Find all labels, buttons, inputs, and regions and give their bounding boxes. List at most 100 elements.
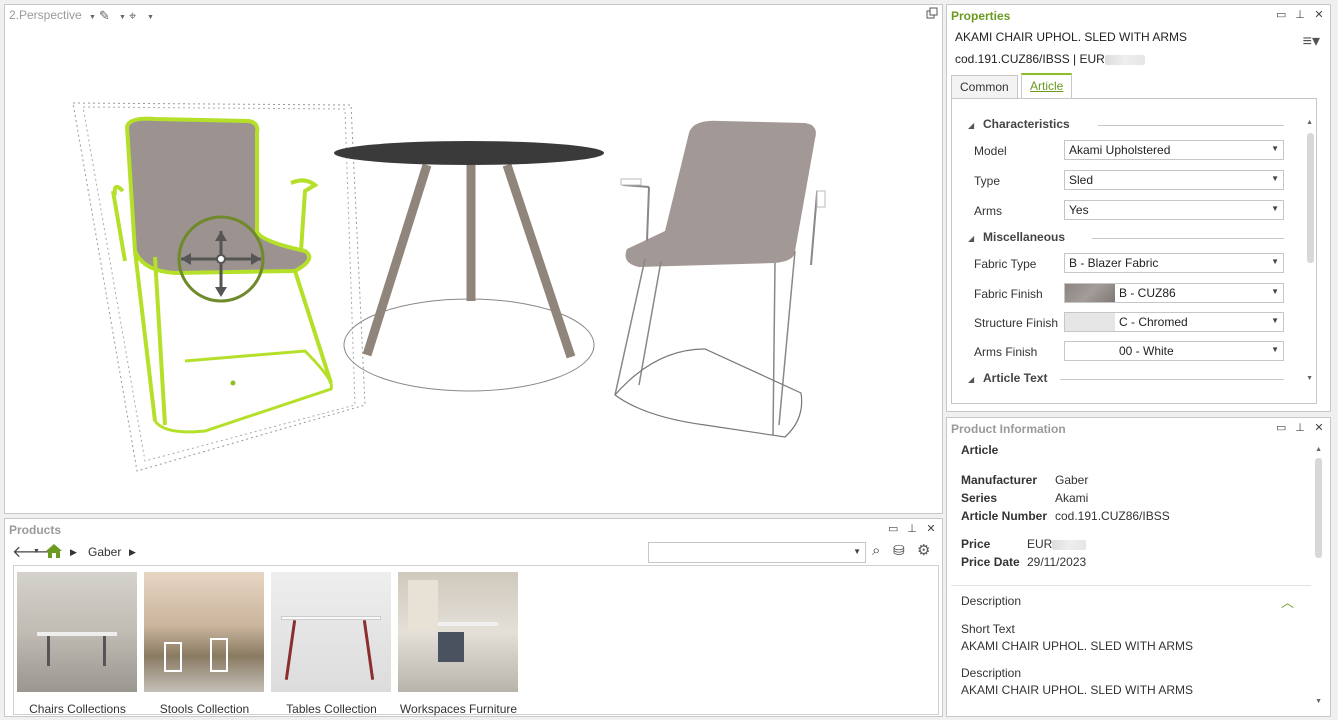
search-icon[interactable]: ⌕: [872, 542, 880, 559]
pin-icon[interactable]: ⊥: [1295, 421, 1305, 434]
caret-down-icon[interactable]: ▼: [33, 548, 40, 555]
arms-select[interactable]: Yes ▼: [1064, 200, 1284, 220]
filter-icon[interactable]: ⛁: [893, 542, 905, 559]
series-value: Akami: [1055, 491, 1089, 505]
home-icon[interactable]: [45, 543, 63, 559]
collapse-triangle-icon[interactable]: ◢: [968, 375, 974, 384]
thumbnail-stools[interactable]: [144, 572, 264, 692]
scroll-down-icon[interactable]: ▼: [1315, 698, 1322, 705]
pin-icon[interactable]: ⊥: [907, 522, 917, 535]
article-heading: Article: [961, 443, 999, 457]
pin-icon[interactable]: ⊥: [1295, 8, 1305, 21]
price-value: EUR: [1027, 537, 1087, 551]
search-input[interactable]: ▼: [648, 542, 866, 563]
blurred-price: [1104, 54, 1145, 65]
dropdown-arrow-icon: ▼: [853, 547, 861, 556]
gear-icon[interactable]: ⚙: [917, 541, 930, 559]
scrollbar[interactable]: [1315, 458, 1322, 558]
label-fabric-finish: Fabric Finish: [974, 287, 1043, 301]
breadcrumb-separator-icon: ▶: [70, 547, 77, 557]
dropdown-arrow-icon: ▼: [1271, 316, 1279, 325]
article-number-value: cod.191.CUZ86/IBSS: [1055, 509, 1170, 523]
blurred-price: [1052, 539, 1087, 550]
scroll-down-icon[interactable]: ▼: [1306, 375, 1313, 382]
label-arms: Arms: [974, 204, 1002, 218]
label-type: Type: [974, 174, 1001, 188]
label-model: Model: [974, 144, 1007, 158]
description-heading[interactable]: Description: [961, 594, 1021, 608]
structure-finish-select[interactable]: C - Chromed ▼: [1064, 312, 1284, 332]
short-text-label: Short Text: [961, 622, 1015, 636]
thumbnail-label[interactable]: Workspaces Furniture: [395, 702, 522, 716]
dropdown-arrow-icon: ▼: [1271, 257, 1279, 266]
thumbnail-chairs[interactable]: [17, 572, 137, 692]
round-table[interactable]: [334, 141, 604, 392]
divider: [1060, 379, 1284, 380]
label-structure-finish: Structure Finish: [974, 316, 1059, 330]
price-date-label: Price Date: [961, 555, 1020, 569]
dropdown-arrow-icon: ▼: [1271, 345, 1279, 354]
3d-viewport[interactable]: 2.Perspective ▼ ✎ ▼ ⌖ ▼: [4, 4, 943, 514]
dropdown-arrow-icon: ▼: [1271, 204, 1279, 213]
product-info-panel: Product Information ▭ ⊥ ✕ Article Manufa…: [946, 417, 1331, 717]
restore-icon[interactable]: ▭: [1276, 8, 1286, 21]
selected-chair[interactable]: [111, 116, 333, 434]
close-icon[interactable]: ✕: [1314, 421, 1324, 434]
close-icon[interactable]: ✕: [926, 522, 936, 535]
product-name: AKAMI CHAIR UPHOL. SLED WITH ARMS: [955, 30, 1188, 44]
thumbnail-label[interactable]: Chairs Collections: [14, 702, 141, 716]
chrome-swatch: [1065, 313, 1115, 331]
price-date-value: 29/11/2023: [1027, 555, 1087, 569]
close-icon[interactable]: ✕: [1314, 8, 1324, 21]
section-miscellaneous[interactable]: Miscellaneous: [983, 230, 1065, 244]
product-thumbnails: Chairs Collections Stools Collection Tab…: [13, 565, 939, 716]
panel-title: Product Information: [951, 422, 1066, 436]
dropdown-arrow-icon: ▼: [1271, 144, 1279, 153]
thumbnail-workspaces[interactable]: [398, 572, 518, 692]
type-select[interactable]: Sled ▼: [1064, 170, 1284, 190]
restore-icon[interactable]: ▭: [1276, 421, 1286, 434]
manufacturer-value: Gaber: [1055, 473, 1089, 487]
product-code: cod.191.CUZ86/IBSS | EUR: [955, 52, 1145, 66]
scroll-up-icon[interactable]: ▲: [1315, 446, 1322, 453]
tab-common[interactable]: Common: [951, 75, 1018, 99]
tab-article[interactable]: Article: [1021, 73, 1073, 99]
description-label: Description: [961, 666, 1022, 680]
fabric-swatch: [1065, 284, 1115, 302]
scroll-up-icon[interactable]: ▲: [1306, 119, 1313, 126]
chevron-up-icon[interactable]: ︿: [1281, 592, 1294, 611]
scene-render[interactable]: [5, 5, 944, 515]
panel-title: Properties: [951, 9, 1011, 23]
restore-icon[interactable]: ▭: [888, 522, 898, 535]
panel-title: Products: [9, 523, 62, 537]
section-article-text[interactable]: Article Text: [983, 371, 1047, 385]
collapse-triangle-icon[interactable]: ◢: [968, 234, 974, 243]
panel-window-buttons: ▭ ⊥ ✕: [888, 522, 936, 535]
scrollbar[interactable]: [1307, 133, 1314, 263]
divider: [1098, 125, 1284, 126]
dropdown-arrow-icon: ▼: [1271, 287, 1279, 296]
products-panel: Products ▭ ⊥ ✕ 🡐 ▼ ▶ Gaber ▶ ▼ ⌕ ⛁ ⚙ Cha…: [4, 518, 943, 717]
breadcrumb-gaber[interactable]: Gaber: [88, 545, 121, 559]
section-characteristics[interactable]: Characteristics: [983, 117, 1070, 131]
manufacturer-label: Manufacturer: [961, 473, 1038, 487]
panel-window-buttons: ▭ ⊥ ✕: [1276, 421, 1324, 434]
series-label: Series: [961, 491, 998, 505]
short-text-value: AKAMI CHAIR UPHOL. SLED WITH ARMS: [961, 639, 1194, 653]
divider: [951, 585, 1311, 586]
article-number-label: Article Number: [961, 509, 1048, 523]
price-label: Price: [961, 537, 991, 551]
chair[interactable]: [614, 120, 826, 438]
fabric-type-select[interactable]: B - Blazer Fabric ▼: [1064, 253, 1284, 273]
divider: [1092, 238, 1284, 239]
collapse-triangle-icon[interactable]: ◢: [968, 121, 974, 130]
arms-finish-select[interactable]: 00 - White ▼: [1064, 341, 1284, 361]
thumbnail-tables[interactable]: [271, 572, 391, 692]
thumbnail-label[interactable]: Stools Collection: [141, 702, 268, 716]
label-arms-finish: Arms Finish: [974, 345, 1038, 359]
properties-panel: Properties ▭ ⊥ ✕ AKAMI CHAIR UPHOL. SLED…: [946, 4, 1331, 412]
hamburger-menu-icon[interactable]: ≡▾: [1303, 31, 1320, 51]
fabric-finish-select[interactable]: B - CUZ86 ▼: [1064, 283, 1284, 303]
thumbnail-label[interactable]: Tables Collection: [268, 702, 395, 716]
model-select[interactable]: Akami Upholstered ▼: [1064, 140, 1284, 160]
